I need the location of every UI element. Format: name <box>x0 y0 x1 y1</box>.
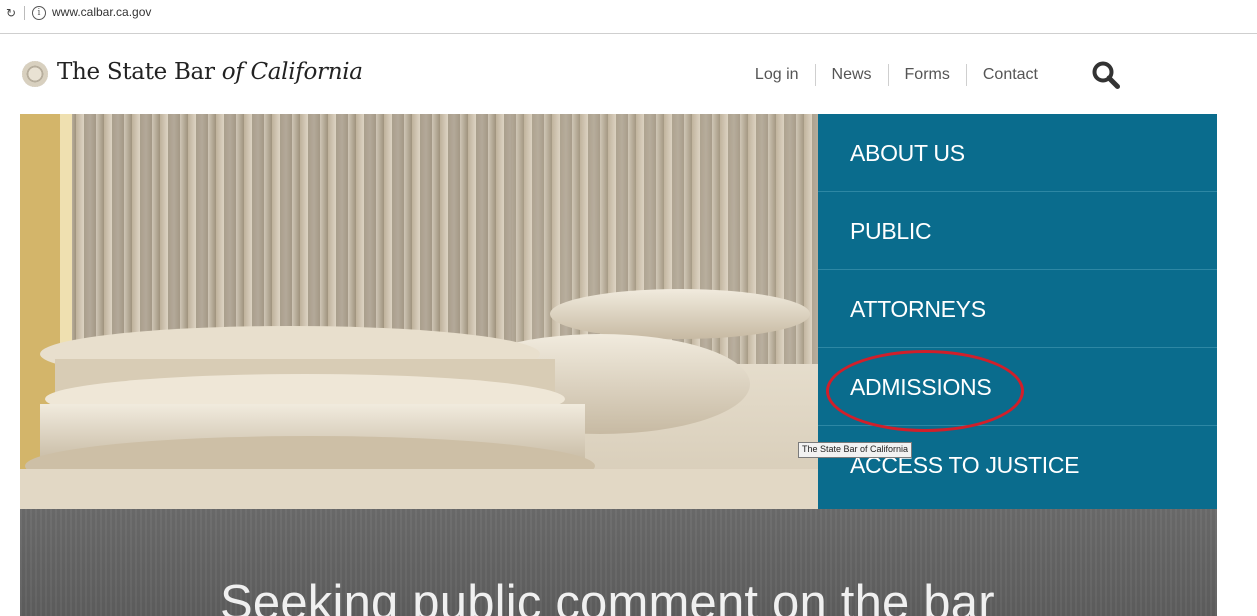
nav-item-access-to-justice[interactable]: ACCESS TO JUSTICE <box>818 426 1217 504</box>
utility-nav: Log in News Forms Contact <box>739 64 1054 86</box>
nav-item-admissions[interactable]: ADMISSIONS <box>818 348 1217 426</box>
info-icon[interactable]: i <box>32 6 46 20</box>
announcement-banner[interactable]: Seeking public comment on the bar <box>20 509 1217 616</box>
logo-text-main: The State Bar <box>57 59 222 85</box>
nav-item-public[interactable]: PUBLIC <box>818 192 1217 270</box>
search-icon[interactable] <box>1091 60 1121 90</box>
site-logo[interactable]: The State Bar of California <box>57 59 363 85</box>
forms-link[interactable]: Forms <box>887 64 966 86</box>
nav-item-about-us[interactable]: ABOUT US <box>818 114 1217 192</box>
nav-item-attorneys[interactable]: ATTORNEYS <box>818 270 1217 348</box>
hover-tooltip: The State Bar of California <box>798 442 913 458</box>
contact-link[interactable]: Contact <box>965 64 1054 86</box>
logo-text-italic: of California <box>221 59 363 85</box>
banner-headline[interactable]: Seeking public comment on the bar <box>220 575 995 616</box>
reload-icon[interactable]: ↻ <box>6 6 16 20</box>
login-link[interactable]: Log in <box>739 64 815 86</box>
address-divider <box>24 6 25 20</box>
state-bar-seal-icon[interactable] <box>22 61 48 87</box>
url-field[interactable]: www.calbar.ca.gov <box>52 5 151 19</box>
hero-image-columns <box>20 114 818 509</box>
browser-address-bar: ↻ i www.calbar.ca.gov <box>0 0 1257 34</box>
news-link[interactable]: News <box>814 64 888 86</box>
